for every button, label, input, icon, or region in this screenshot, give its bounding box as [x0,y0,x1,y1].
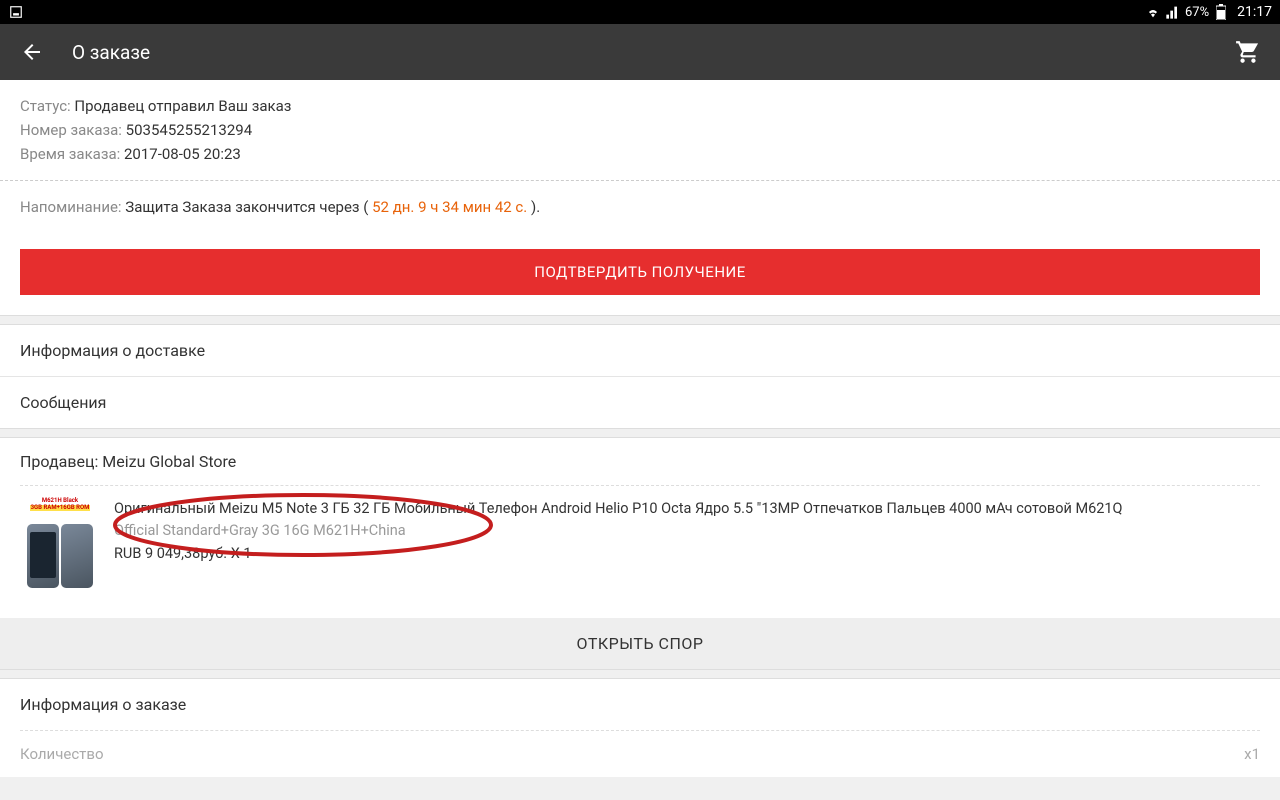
quantity-label: Количество [20,745,104,763]
clock-time: 21:17 [1237,4,1272,20]
wifi-icon [1145,4,1161,20]
price-currency: RUB [114,545,141,562]
messages-link[interactable]: Сообщения [0,377,1280,428]
status-label: Статус: [20,97,71,115]
reminder-suffix: ). [531,198,540,216]
app-bar: О заказе [0,24,1280,80]
confirm-receipt-button[interactable]: ПОДТВЕРДИТЬ ПОЛУЧЕНИЕ [20,249,1260,295]
seller-label: Продавец: [20,452,98,471]
android-status-bar: 67% 21:17 [0,0,1280,24]
reminder-section: Напоминание: Защита Заказа закончится че… [0,181,1280,233]
order-number-value: 503545255213294 [126,121,252,139]
protection-countdown: 52 дн. 9 ч 34 мин 42 с. [372,198,527,216]
app-notification-icon [8,4,24,20]
order-info-section-header[interactable]: Информация о заказе [0,679,1280,730]
product-variant: Official Standard+Gray 3G 16G M621H+Chin… [114,520,1260,541]
quantity-row: Количество x1 [0,731,1280,777]
order-time-label: Время заказа: [20,145,120,163]
status-value: Продавец отправил Ваш заказ [74,97,291,115]
product-title: Оригинальный Meizu M5 Note 3 ГБ 32 ГБ Мо… [114,498,1260,519]
order-time-value: 2017-08-05 20:23 [124,145,241,163]
cart-button[interactable] [1232,36,1264,68]
order-status-section: Статус: Продавец отправил Ваш заказ Номе… [0,80,1280,181]
price-value: 9 049,38руб. [145,545,227,562]
order-number-label: Номер заказа: [20,121,122,139]
battery-icon [1213,4,1229,20]
back-button[interactable] [16,36,48,68]
seller-row[interactable]: Продавец: Meizu Global Store [0,438,1280,485]
price-qty: X 1 [231,545,252,562]
seller-name: Meizu Global Store [102,452,236,471]
signal-icon [1165,4,1181,20]
delivery-info-link[interactable]: Информация о доставке [0,325,1280,376]
product-thumbnail: M621H Black 3GB RAM+16GB ROM [20,498,100,598]
battery-percent: 67% [1185,5,1209,20]
quantity-value: x1 [1244,745,1260,763]
open-dispute-button[interactable]: ОТКРЫТЬ СПОР [0,618,1280,669]
product-row[interactable]: M621H Black 3GB RAM+16GB ROM Оригинальны… [0,486,1280,618]
reminder-label: Напоминание: [20,198,122,216]
page-title: О заказе [72,41,1232,64]
reminder-prefix: Защита Заказа закончится через ( [125,198,368,216]
